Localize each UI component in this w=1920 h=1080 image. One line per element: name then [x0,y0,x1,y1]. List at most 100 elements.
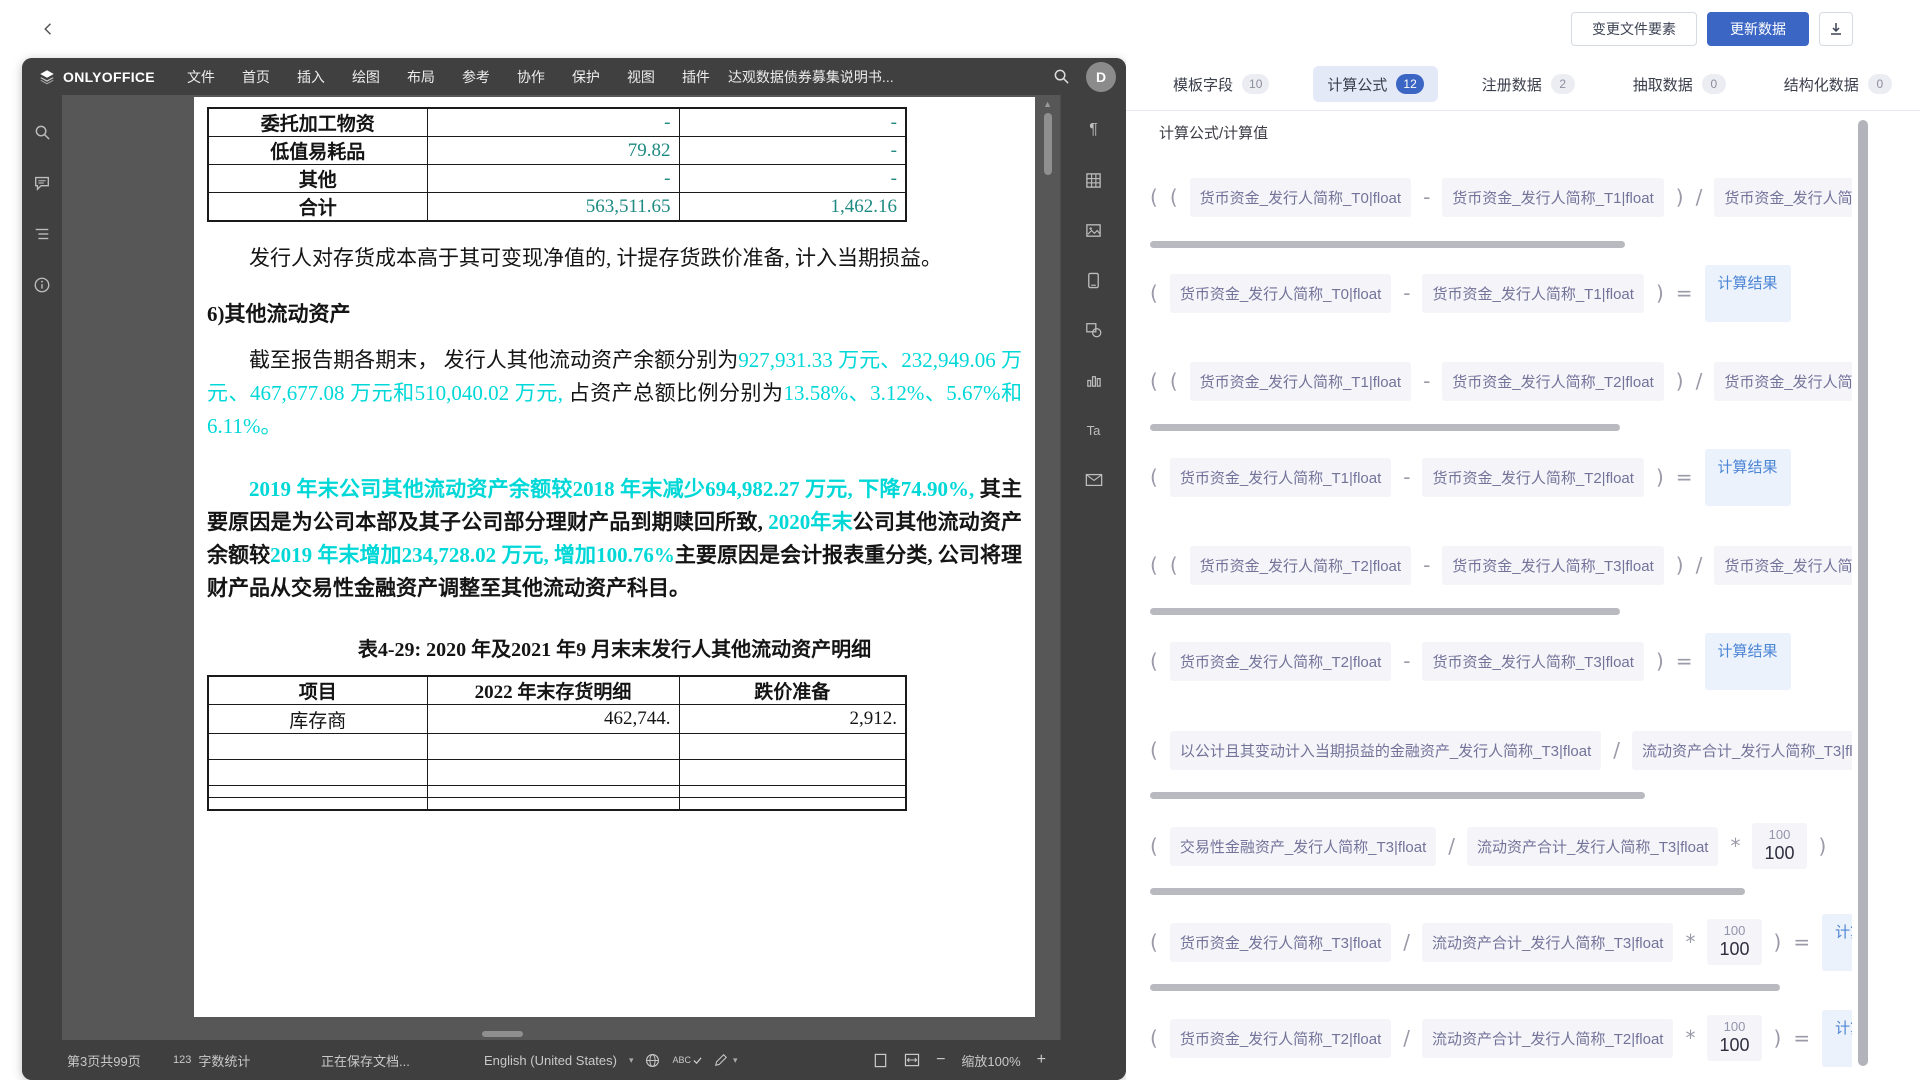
formula-row[interactable]: (货币资金_发行人简称_T3|float/流动资产合计_发行人简称_T3|flo… [1150,924,1852,960]
status-bar: 第3页共99页 123 字数统计 正在保存文档... English (Unit… [22,1040,1126,1080]
zoom-in-button[interactable]: + [1037,1051,1046,1069]
formula-row[interactable]: (以公计且其变动计入当期损益的金融资产_发行人简称_T3|float/流动资产合… [1150,732,1852,768]
table-row: 其他-- [208,165,906,193]
textart-settings-button[interactable]: Ta [1083,419,1105,441]
formula-row[interactable]: (货币资金_发行人简称_T1|float-货币资金_发行人简称_T2|float… [1150,459,1791,495]
field-chip[interactable]: 流动资产合计_发行人简称_T3|float [1422,923,1673,962]
formula-row[interactable]: ((货币资金_发行人简称_T2|float-货币资金_发行人简称_T3|floa… [1150,547,1852,583]
field-chip[interactable]: 货币资金_发行人简称_T1|float [1714,178,1852,217]
field-chip[interactable]: 货币资金_发行人简称_T2|float [1190,546,1411,585]
page-indicator[interactable]: 第3页共99页 [67,1040,141,1080]
calc-result-chip[interactable]: 计算结果 [1705,265,1791,322]
menu-tab[interactable]: 视图 [627,67,655,87]
table-settings-button[interactable] [1083,169,1105,191]
menu-tab[interactable]: 插件 [682,67,710,87]
field-chip[interactable]: 货币资金_发行人简称_T3|float [1422,642,1643,681]
avatar[interactable]: D [1086,62,1116,92]
formula-operator: ( [1150,930,1158,954]
paragraph-settings-button[interactable]: ¶ [1083,119,1105,141]
fraction-chip[interactable]: 100100 [1752,823,1806,869]
panel-vertical-scrollbar[interactable] [1858,120,1868,1066]
formula-h-scrollbar[interactable] [1150,241,1625,248]
field-chip[interactable]: 以公计且其变动计入当期损益的金融资产_发行人简称_T3|float [1170,731,1601,770]
field-chip[interactable]: 货币资金_发行人简称_T3|float [1714,546,1852,585]
formula-row[interactable]: ((货币资金_发行人简称_T1|float-货币资金_发行人简称_T2|floa… [1150,363,1852,399]
formula-h-scrollbar[interactable] [1150,424,1620,431]
formula-row[interactable]: (货币资金_发行人简称_T2|float-货币资金_发行人简称_T3|float… [1150,643,1791,679]
field-chip[interactable]: 货币资金_发行人简称_T1|float [1170,458,1391,497]
field-chip[interactable]: 流动资产合计_发行人简称_T3|float [1632,731,1852,770]
document-page[interactable]: 委托加工物资--低值易耗品79.82-其他--合计563,511.651,462… [194,97,1035,1017]
field-chip[interactable]: 流动资产合计_发行人简称_T3|float [1467,827,1718,866]
field-chip[interactable]: 货币资金_发行人简称_T3|float [1170,923,1391,962]
calc-result-chip[interactable]: 计算结果 [1705,449,1791,506]
field-chip[interactable]: 货币资金_发行人简称_T1|float [1442,178,1663,217]
field-chip[interactable]: 货币资金_发行人简称_T0|float [1170,274,1391,313]
fraction-chip[interactable]: 100100 [1707,919,1761,965]
calc-result-chip[interactable]: 计算结果 [1705,633,1791,690]
comments-button[interactable] [31,172,53,194]
formula-h-scrollbar[interactable] [1150,608,1620,615]
header-footer-settings-button[interactable] [1083,269,1105,291]
field-chip[interactable]: 货币资金_发行人简称_T1|float [1422,274,1643,313]
fit-width-icon[interactable] [904,1053,920,1067]
menu-tab[interactable]: 协作 [517,67,545,87]
zoom-level-label[interactable]: 缩放100% [961,1051,1020,1070]
spellcheck-button[interactable]: ABC [672,1055,702,1065]
document-horizontal-scrollbar[interactable] [482,1031,523,1037]
field-chip[interactable]: 货币资金_发行人简称_T2|float [1714,362,1852,401]
formula-row[interactable]: (货币资金_发行人简称_T2|float/流动资产合计_发行人简称_T2|flo… [1150,1020,1852,1056]
field-chip[interactable]: 货币资金_发行人简称_T2|float [1170,1019,1391,1058]
menu-tab[interactable]: 布局 [407,67,435,87]
formula-h-scrollbar[interactable] [1150,984,1780,991]
find-button[interactable] [31,121,53,143]
document-title[interactable]: 达观数据债券募集说明书... [728,67,894,87]
menu-tab[interactable]: 保护 [572,67,600,87]
shape-settings-button[interactable] [1083,319,1105,341]
change-file-elements-button[interactable]: 变更文件要素 [1571,12,1697,46]
about-button[interactable] [31,274,53,296]
formula-h-scrollbar[interactable] [1150,888,1745,895]
table-cell: 委托加工物资 [208,108,427,137]
menu-tab[interactable]: 绘图 [352,67,380,87]
zoom-out-button[interactable]: − [936,1051,945,1069]
menu-tab[interactable]: 插入 [297,67,325,87]
calc-result-chip[interactable]: 计算结果 [1822,1010,1852,1067]
mail-merge-button[interactable] [1083,469,1105,491]
back-button[interactable] [36,16,62,42]
fraction-chip[interactable]: 100100 [1707,1015,1761,1061]
navigation-button[interactable] [31,223,53,245]
formula-h-scrollbar[interactable] [1150,792,1645,799]
formula-row[interactable]: ((货币资金_发行人简称_T0|float-货币资金_发行人简称_T1|floa… [1150,179,1852,215]
table-cell: 2,912. [679,705,906,734]
menu-tab[interactable]: 参考 [462,67,490,87]
field-chip[interactable]: 货币资金_发行人简称_T1|float [1190,362,1411,401]
formula-row[interactable]: (货币资金_发行人简称_T0|float-货币资金_发行人简称_T1|float… [1150,275,1791,311]
chevron-down-icon: ▾ [629,1055,634,1066]
formula-operator: ) [1656,649,1664,673]
field-chip[interactable]: 货币资金_发行人简称_T2|float [1422,458,1643,497]
word-count-button[interactable]: 123 字数统计 [173,1040,250,1080]
download-button[interactable] [1819,12,1853,46]
download-icon [1828,21,1844,37]
scroll-up-icon[interactable]: ▲ [1043,99,1052,109]
menu-tab[interactable]: 首页 [242,67,270,87]
globe-icon[interactable] [645,1053,660,1068]
fit-page-icon[interactable] [873,1053,888,1068]
field-chip[interactable]: 货币资金_发行人简称_T2|float [1442,362,1663,401]
field-chip[interactable]: 流动资产合计_发行人简称_T2|float [1422,1019,1673,1058]
menu-tab[interactable]: 文件 [187,67,215,87]
search-button[interactable] [1053,68,1070,85]
calc-result-chip[interactable]: 计算结果 [1822,914,1852,971]
field-chip[interactable]: 交易性金融资产_发行人简称_T3|float [1170,827,1436,866]
field-chip[interactable]: 货币资金_发行人简称_T0|float [1190,178,1411,217]
track-changes-button[interactable]: ▾ [714,1053,738,1067]
image-settings-button[interactable] [1083,219,1105,241]
update-data-button[interactable]: 更新数据 [1707,12,1809,46]
formula-row[interactable]: (交易性金融资产_发行人简称_T3|float/流动资产合计_发行人简称_T3|… [1150,828,1826,864]
document-vertical-scrollbar[interactable] [1044,113,1052,175]
chart-settings-button[interactable] [1083,369,1105,391]
language-selector[interactable]: English (United States) [484,1053,617,1068]
field-chip[interactable]: 货币资金_发行人简称_T2|float [1170,642,1391,681]
field-chip[interactable]: 货币资金_发行人简称_T3|float [1442,546,1663,585]
